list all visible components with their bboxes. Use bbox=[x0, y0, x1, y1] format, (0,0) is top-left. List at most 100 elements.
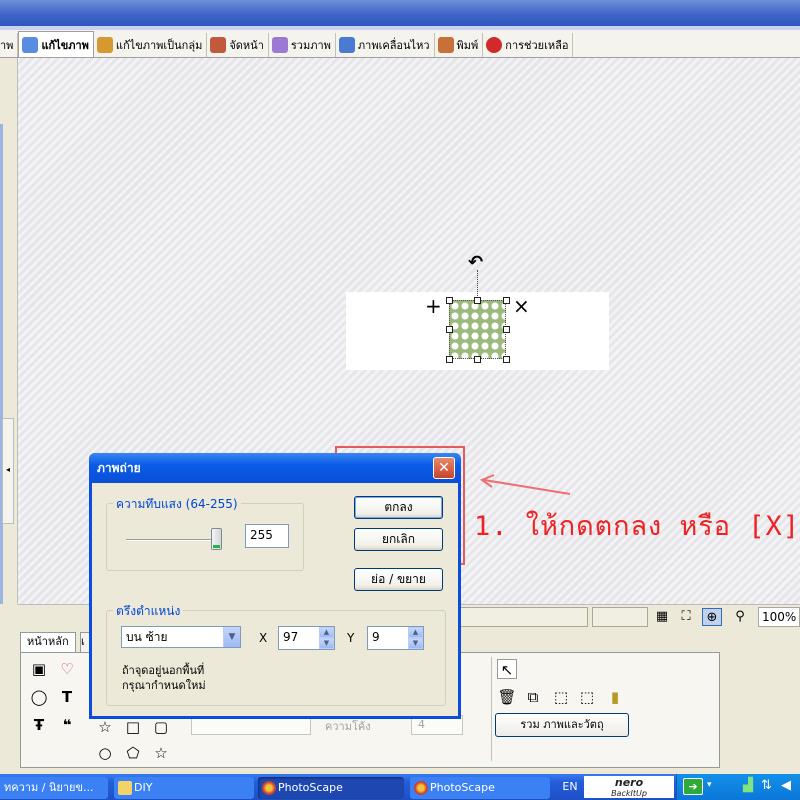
photoscape-icon bbox=[414, 781, 428, 795]
taskbar-item-label: PhotoScape bbox=[430, 781, 495, 794]
cursor-icon[interactable]: ↖ bbox=[497, 659, 517, 679]
taskbar-item-label: DIY bbox=[134, 781, 153, 794]
trash-icon[interactable]: 🗑 bbox=[497, 687, 517, 707]
folder-icon bbox=[118, 781, 132, 795]
anchor-select[interactable]: บน ซ้าย ▼ bbox=[121, 626, 241, 648]
animated-gif-icon bbox=[338, 37, 355, 53]
position-note-line2: กรุณากำหนดใหม่ bbox=[122, 679, 206, 692]
tab-viewer[interactable]: าพ bbox=[0, 33, 19, 57]
delete-object-icon[interactable]: × bbox=[513, 296, 530, 316]
tab-combine[interactable]: รวมภาพ bbox=[269, 33, 336, 57]
text-icon[interactable]: T bbox=[57, 687, 77, 707]
tab-help[interactable]: การช่วยเหลือ bbox=[483, 33, 574, 57]
heart-icon[interactable]: ♡ bbox=[57, 659, 77, 679]
zoom-icon[interactable]: ⚲ bbox=[730, 608, 750, 626]
spin-down-icon[interactable]: ▼ bbox=[408, 638, 423, 649]
resize-handle[interactable] bbox=[474, 297, 481, 304]
fit-screen-icon[interactable]: ⛶ bbox=[676, 608, 696, 626]
move-handle-icon[interactable]: + bbox=[425, 296, 442, 316]
transparency-icon[interactable]: ▦ bbox=[652, 608, 672, 626]
curve-label: ความโค้ง bbox=[325, 720, 371, 733]
photoscape-icon bbox=[262, 781, 276, 795]
resize-button[interactable]: ย่อ / ขยาย bbox=[354, 568, 443, 591]
layer-icon[interactable]: ▮ bbox=[605, 687, 625, 707]
quote-icon[interactable]: ❝ bbox=[57, 715, 77, 735]
tab-label: รวมภาพ bbox=[290, 39, 331, 52]
main-tab-bar: าพ แก้ไขภาพ แก้ไขภาพเป็นกลุ่ม จัดหน้า รว… bbox=[0, 30, 800, 58]
combine-image-objects-button[interactable]: รวม ภาพและวัตถุ bbox=[495, 713, 629, 737]
status-field bbox=[460, 607, 588, 627]
chevron-down-icon: ▼ bbox=[223, 627, 240, 647]
text-style-icon[interactable]: Ŧ bbox=[29, 715, 49, 735]
copy-icon[interactable]: ⧉ bbox=[523, 687, 543, 707]
y-position-spinner[interactable]: 9 ▲ ▼ bbox=[367, 626, 424, 650]
send-back-icon[interactable]: ⬚ bbox=[577, 687, 597, 707]
close-icon: ✕ bbox=[438, 460, 450, 476]
page-icon bbox=[210, 37, 227, 53]
resize-handle[interactable] bbox=[446, 326, 453, 333]
language-indicator[interactable]: EN bbox=[558, 777, 582, 797]
taskbar-item-diy[interactable]: DIY bbox=[114, 777, 254, 799]
batch-editor-icon bbox=[96, 37, 113, 53]
rotate-guide-line bbox=[477, 270, 478, 300]
close-button[interactable]: ✕ bbox=[433, 457, 455, 479]
anchor-select-value: บน ซ้าย bbox=[126, 630, 168, 644]
spin-up-icon[interactable]: ▲ bbox=[408, 627, 423, 638]
opacity-slider-thumb[interactable] bbox=[211, 528, 222, 550]
tab-animated-gif[interactable]: ภาพเคลื่อนไหว bbox=[336, 33, 435, 57]
resize-handle[interactable] bbox=[446, 297, 453, 304]
dialog-title: ภาพถ่าย bbox=[97, 461, 141, 475]
x-position-spinner[interactable]: 97 ▲ ▼ bbox=[278, 626, 335, 650]
resize-handle[interactable] bbox=[503, 356, 510, 363]
opacity-value-field[interactable]: 255 bbox=[245, 524, 289, 548]
help-icon bbox=[486, 37, 503, 53]
dialog-titlebar[interactable]: ภาพถ่าย ✕ bbox=[89, 453, 461, 483]
rounded-rect-icon[interactable]: ▢ bbox=[151, 717, 171, 737]
resize-handle[interactable] bbox=[474, 356, 481, 363]
star-icon[interactable]: ☆ bbox=[95, 717, 115, 737]
tab-label: าพ bbox=[0, 39, 14, 52]
tab-label: แก้ไขภาพ bbox=[41, 38, 89, 52]
nero-backitup-widget[interactable]: nero BackItUp bbox=[584, 776, 674, 798]
left-panel-collapsed: ◂ bbox=[0, 58, 18, 604]
arrow-right-icon[interactable]: ➔ bbox=[683, 778, 703, 795]
taskbar-item-browser[interactable]: ทความ / นิยายข... bbox=[0, 777, 108, 799]
resize-handle[interactable] bbox=[503, 297, 510, 304]
ok-button[interactable]: ตกลง bbox=[354, 496, 443, 519]
pentagon-icon[interactable]: ⬠ bbox=[123, 743, 143, 763]
network-icon[interactable]: ⇅ bbox=[761, 778, 772, 793]
resize-handle[interactable] bbox=[503, 326, 510, 333]
volume-icon[interactable]: ◀ bbox=[781, 778, 791, 793]
chevron-down-icon[interactable]: ▾ bbox=[707, 780, 712, 790]
annotation-text: 1. ให้กดตกลง หรือ [X] bbox=[474, 511, 800, 542]
star-outline-icon[interactable]: ☆ bbox=[151, 743, 171, 763]
tab-batch-editor[interactable]: แก้ไขภาพเป็นกลุ่ม bbox=[94, 33, 208, 57]
tab-print[interactable]: พิมพ์ bbox=[435, 33, 484, 57]
taskbar-item-photoscape-active[interactable]: PhotoScape bbox=[258, 777, 404, 799]
circle-icon[interactable]: ○ bbox=[95, 743, 115, 763]
chevron-left-icon: ◂ bbox=[6, 465, 11, 474]
zoom-level[interactable]: 100% bbox=[758, 607, 800, 627]
taskbar-item-photoscape[interactable]: PhotoScape bbox=[410, 777, 550, 799]
nero-subtitle: BackItUp bbox=[611, 789, 647, 798]
resize-handle[interactable] bbox=[446, 356, 453, 363]
actual-size-icon[interactable]: ⊕ bbox=[702, 608, 722, 626]
selected-object[interactable] bbox=[449, 300, 506, 359]
tab-page[interactable]: จัดหน้า bbox=[207, 33, 269, 57]
cancel-button[interactable]: ยกเลิก bbox=[354, 528, 443, 551]
image-icon[interactable]: ▣ bbox=[29, 659, 49, 679]
spin-down-icon[interactable]: ▼ bbox=[319, 638, 334, 649]
tab-editor[interactable]: แก้ไขภาพ bbox=[18, 31, 94, 57]
taskbar-item-label: PhotoScape bbox=[278, 781, 343, 794]
tab-home[interactable]: หน้าหลัก bbox=[20, 632, 76, 652]
speech-bubble-icon[interactable]: ◯ bbox=[29, 687, 49, 707]
square-icon[interactable]: □ bbox=[123, 717, 143, 737]
rotate-handle-icon[interactable]: ↶ bbox=[468, 254, 483, 272]
panel-toggle-handle[interactable]: ◂ bbox=[2, 418, 14, 524]
bring-front-icon[interactable]: ⬚ bbox=[551, 687, 571, 707]
taskbar-item-label: ทความ / นิยายข... bbox=[4, 781, 94, 794]
y-label: Y bbox=[347, 631, 355, 645]
spin-up-icon[interactable]: ▲ bbox=[319, 627, 334, 638]
signal-icon[interactable]: ▟ bbox=[743, 778, 753, 793]
opacity-slider-track[interactable] bbox=[126, 539, 220, 541]
